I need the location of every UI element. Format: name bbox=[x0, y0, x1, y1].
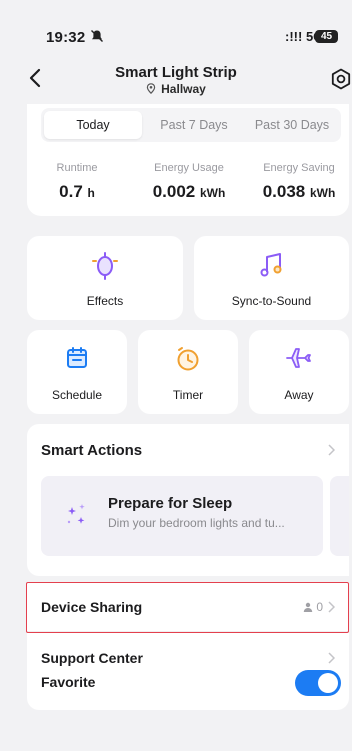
timer-clock-icon bbox=[177, 347, 199, 371]
energy-stats-card: Today Past 7 Days Past 30 Days Runtime 0… bbox=[27, 104, 349, 216]
metric-label: Energy Usage bbox=[154, 162, 224, 174]
metric-number: 0.7 bbox=[59, 182, 83, 201]
schedule-tile[interactable]: Schedule bbox=[27, 330, 127, 414]
metric-unit: kWh bbox=[309, 186, 336, 200]
smart-action-next-card[interactable] bbox=[330, 476, 349, 556]
calendar-icon bbox=[67, 347, 87, 368]
away-tile[interactable]: Away bbox=[249, 330, 349, 414]
silent-bell-icon bbox=[91, 30, 103, 42]
tab-past-30-days[interactable]: Past 30 Days bbox=[243, 108, 341, 142]
location-label: Hallway bbox=[161, 82, 206, 96]
smart-action-title: Prepare for Sleep bbox=[108, 495, 233, 512]
metric-unit: kWh bbox=[199, 186, 226, 200]
metric-energy-saving: Energy Saving 0.038 kWh bbox=[249, 162, 349, 202]
sync-to-sound-label: Sync-to-Sound bbox=[231, 294, 312, 308]
location-pin-icon bbox=[146, 83, 156, 94]
metric-number: 0.002 bbox=[152, 182, 196, 201]
battery-icon: 45 bbox=[315, 30, 338, 43]
device-sharing-highlight bbox=[26, 582, 349, 633]
effects-label: Effects bbox=[86, 294, 124, 308]
away-label: Away bbox=[284, 388, 314, 402]
metric-value: 0.002 kWh bbox=[139, 182, 239, 202]
favorite-toggle[interactable] bbox=[295, 670, 341, 696]
page-title: Smart Light Strip bbox=[115, 64, 237, 81]
metric-label: Runtime bbox=[56, 162, 98, 174]
effects-tile[interactable]: Effects bbox=[27, 236, 183, 320]
chevron-right-icon[interactable] bbox=[327, 444, 335, 456]
airplane-icon bbox=[286, 348, 311, 368]
sparkle-icon bbox=[67, 504, 85, 524]
metric-energy-usage: Energy Usage 0.002 kWh bbox=[139, 162, 239, 202]
favorite-row: Favorite bbox=[27, 660, 349, 704]
metric-runtime: Runtime 0.7 h bbox=[47, 162, 107, 202]
smart-action-prepare-for-sleep[interactable]: Prepare for Sleep Dim your bedroom light… bbox=[41, 476, 323, 556]
smart-actions-card: Smart Actions Prepare for Sleep Dim your… bbox=[27, 424, 349, 576]
period-selector: Today Past 7 Days Past 30 Days bbox=[41, 108, 341, 142]
effects-icon bbox=[92, 252, 118, 280]
tab-today[interactable]: Today bbox=[44, 111, 142, 139]
metric-label: Energy Saving bbox=[263, 162, 335, 174]
metric-value: 0.7 h bbox=[47, 182, 107, 202]
tab-past-7-days[interactable]: Past 7 Days bbox=[145, 108, 243, 142]
music-note-icon bbox=[260, 253, 281, 277]
toggle-knob bbox=[318, 673, 338, 693]
signal-bars-icon: :!!! bbox=[285, 29, 303, 44]
screen: 19:32 :!!! 5G 45 Smart Light Strip Hallw… bbox=[0, 0, 352, 751]
smart-actions-title[interactable]: Smart Actions bbox=[41, 442, 142, 459]
device-location: Hallway bbox=[0, 82, 352, 96]
header: Smart Light Strip Hallway bbox=[0, 58, 352, 102]
settings-gear-icon[interactable] bbox=[330, 68, 352, 90]
metric-unit: h bbox=[87, 186, 95, 200]
status-time: 19:32 bbox=[46, 29, 86, 46]
sync-to-sound-tile[interactable]: Sync-to-Sound bbox=[194, 236, 349, 320]
metric-number: 0.038 bbox=[262, 182, 306, 201]
status-bar: 19:32 :!!! 5G 45 bbox=[0, 0, 352, 46]
smart-action-description: Dim your bedroom lights and tu... bbox=[108, 516, 285, 530]
metric-value: 0.038 kWh bbox=[249, 182, 349, 202]
timer-tile[interactable]: Timer bbox=[138, 330, 238, 414]
timer-label: Timer bbox=[172, 388, 204, 402]
schedule-label: Schedule bbox=[51, 388, 103, 402]
favorite-label: Favorite bbox=[41, 674, 96, 690]
